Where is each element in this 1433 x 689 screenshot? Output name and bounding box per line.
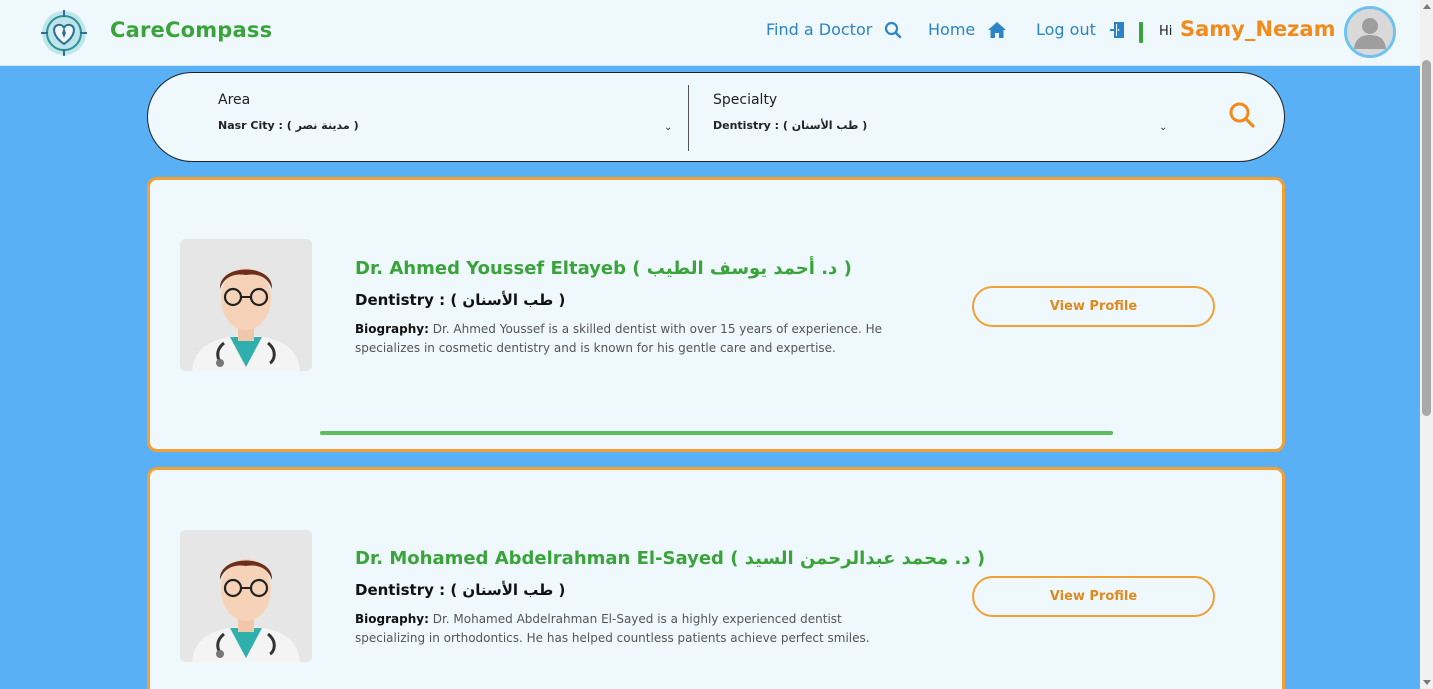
doctor-photo [180,239,312,371]
nav-logout-label: Log out [1036,20,1096,39]
nav-home[interactable]: Home [928,20,1007,39]
user-avatar-icon[interactable] [1344,6,1396,58]
top-navbar: CareCompass Find a Doctor Home Log out H… [0,0,1420,66]
progress-fill [320,431,1113,435]
scrollbar-thumb[interactable] [1422,60,1431,416]
chevron-down-icon: ⌄ [1159,122,1168,133]
specialty-value: Dentistry : ( طب الأسنان ) [713,119,868,132]
area-select[interactable]: Nasr City : ( مدينة نصر ) ⌄ [218,117,678,139]
nav-divider [1139,22,1143,43]
doctor-search-bar: Area Nasr City : ( مدينة نصر ) ⌄ Special… [147,72,1285,162]
scroll-down-arrow-icon[interactable] [1423,680,1431,685]
brand-name[interactable]: CareCompass [110,18,272,42]
view-profile-button[interactable]: View Profile [972,576,1215,617]
doctor-biography: Biography: Dr. Mohamed Abdelrahman El-Sa… [355,610,895,648]
progress-bar [320,431,1113,435]
chevron-down-icon: ⌄ [664,122,673,133]
carecompass-logo-icon[interactable] [38,8,90,58]
doctor-card: Dr. Ahmed Youssef Eltayeb ( د. أحمد يوسف… [147,177,1285,452]
biography-text: Dr. Ahmed Youssef is a skilled dentist w… [355,322,883,355]
doctor-biography: Biography: Dr. Ahmed Youssef is a skille… [355,320,895,358]
view-profile-button[interactable]: View Profile [972,286,1215,327]
doctor-name[interactable]: Dr. Ahmed Youssef Eltayeb ( د. أحمد يوسف… [355,258,852,279]
biography-label: Biography: [355,612,429,626]
search-icon [885,21,902,38]
field-divider [688,85,689,151]
page-scrollbar[interactable] [1420,0,1433,689]
doctor-specialty: Dentistry : ( طب الأسنان ) [355,291,566,309]
nav-logout[interactable]: Log out [1036,20,1128,39]
doctor-name[interactable]: Dr. Mohamed Abdelrahman El-Sayed ( د. مح… [355,548,985,569]
username[interactable]: Samy_Nezam [1180,17,1335,41]
biography-label: Biography: [355,322,429,336]
home-icon [988,21,1007,38]
biography-text: Dr. Mohamed Abdelrahman El-Sayed is a hi… [355,612,870,645]
area-value: Nasr City : ( مدينة نصر ) [218,119,359,132]
greeting-text: Hi [1159,24,1173,39]
specialty-select[interactable]: Dentistry : ( طب الأسنان ) ⌄ [713,117,1173,139]
door-exit-icon [1109,21,1124,38]
area-label: Area [218,92,251,108]
search-icon [1229,102,1255,128]
doctor-card: Dr. Mohamed Abdelrahman El-Sayed ( د. مح… [147,467,1285,689]
doctor-photo [180,530,312,662]
nav-find-doctor[interactable]: Find a Doctor [766,20,902,39]
search-button[interactable] [1228,101,1256,133]
doctor-specialty: Dentistry : ( طب الأسنان ) [355,581,566,599]
scroll-up-arrow-icon[interactable] [1423,4,1431,9]
specialty-label: Specialty [713,92,778,108]
nav-home-label: Home [928,20,976,39]
nav-find-doctor-label: Find a Doctor [766,20,873,39]
